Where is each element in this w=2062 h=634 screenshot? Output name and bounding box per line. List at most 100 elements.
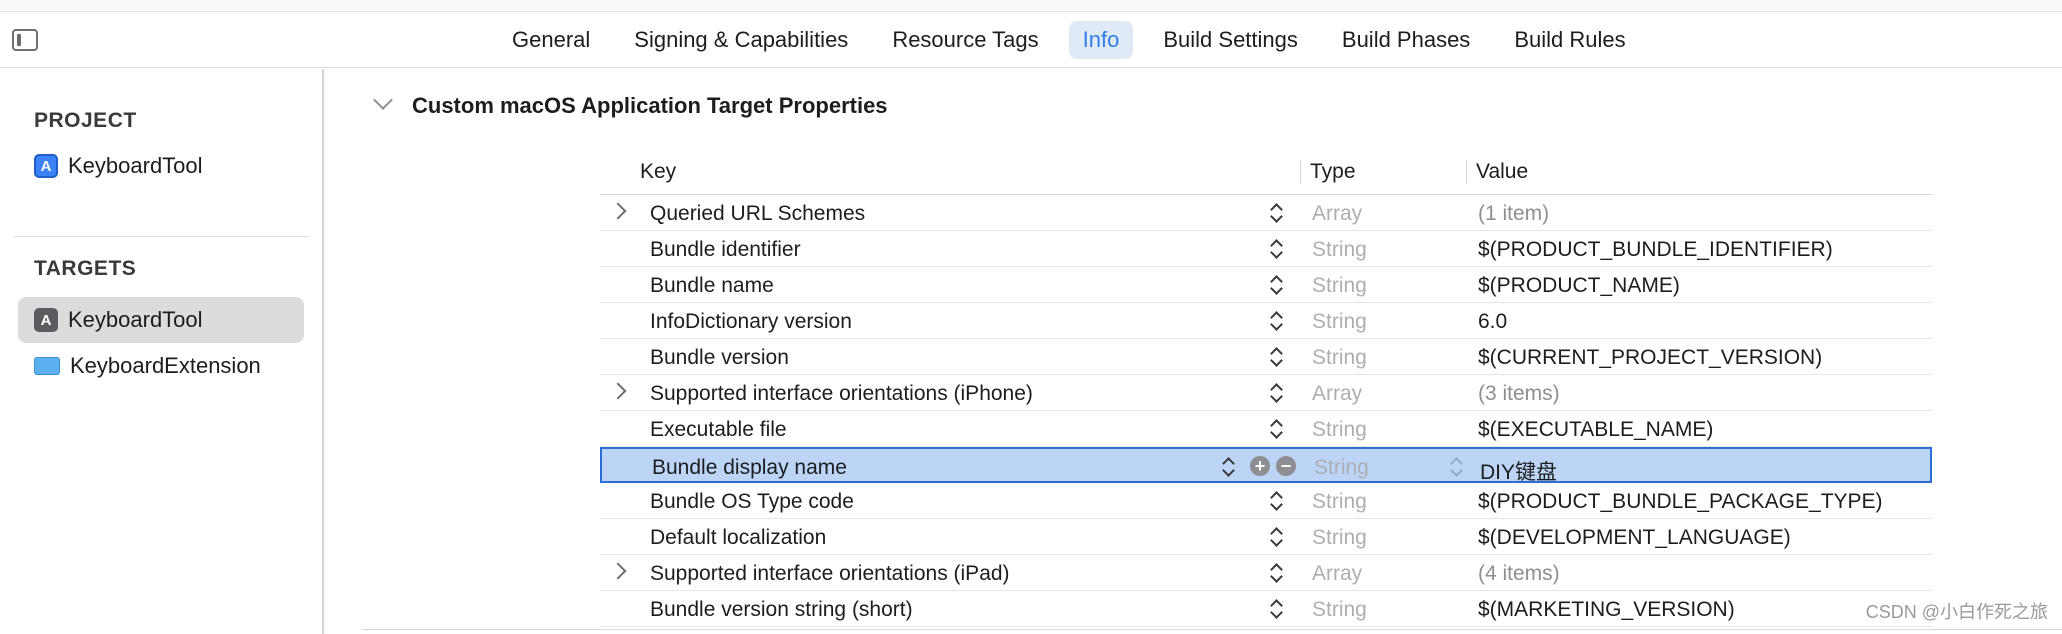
key-popup-stepper-icon[interactable] [1222, 455, 1236, 479]
table-row[interactable]: Bundle OS Type code String $(PRODUCT_BUNDL… [600, 483, 1932, 519]
chevron-down-icon[interactable] [373, 90, 393, 110]
keyboard-icon [34, 357, 60, 375]
section-title: Custom macOS Application Target Properti… [412, 93, 888, 118]
table-row[interactable]: Supported interface orientations (iPad) A… [600, 555, 1932, 591]
row-type[interactable]: String [1312, 310, 1367, 334]
row-key[interactable]: Executable file [650, 418, 787, 442]
row-value[interactable]: 6.0 [1478, 310, 1507, 334]
key-popup-stepper-icon[interactable] [1270, 597, 1284, 621]
chevron-right-icon[interactable] [609, 382, 627, 400]
row-type[interactable]: String [1314, 456, 1369, 480]
row-value[interactable]: $(MARKETING_VERSION) [1478, 598, 1735, 622]
row-value[interactable]: (3 items) [1478, 382, 1560, 406]
table-row[interactable]: InfoDictionary version String 6.0 [600, 303, 1932, 339]
row-type[interactable]: Array [1312, 382, 1362, 406]
sidebar-toggle-icon[interactable] [12, 29, 38, 51]
key-popup-stepper-icon[interactable] [1270, 381, 1284, 405]
table-row[interactable]: Default localization String $(DEVELOPMENT_… [600, 519, 1932, 555]
tab-info[interactable]: Info [1068, 21, 1134, 59]
column-separator [1300, 160, 1301, 184]
tab-resource-tags[interactable]: Resource Tags [878, 21, 1052, 59]
key-popup-stepper-icon[interactable] [1270, 237, 1284, 261]
info-plist-table: Key Type Value Queried URL Schemes Array (… [600, 150, 1932, 627]
row-value[interactable]: $(DEVELOPMENT_LANGUAGE) [1478, 526, 1791, 550]
chevron-right-icon[interactable] [609, 562, 627, 580]
row-key[interactable]: InfoDictionary version [650, 310, 852, 334]
key-popup-stepper-icon[interactable] [1270, 417, 1284, 441]
row-type[interactable]: Array [1312, 202, 1362, 226]
table-row[interactable]: Queried URL Schemes Array (1 item) [600, 195, 1932, 231]
row-key[interactable]: Bundle version [650, 346, 789, 370]
key-popup-stepper-icon[interactable] [1270, 201, 1284, 225]
row-value[interactable]: $(CURRENT_PROJECT_VERSION) [1478, 346, 1822, 370]
table-row[interactable]: Bundle version String $(CURRENT_PROJECT_VE… [600, 339, 1932, 375]
row-key[interactable]: Bundle identifier [650, 238, 801, 262]
app-project-icon: A [34, 154, 58, 178]
row-key[interactable]: Queried URL Schemes [650, 202, 865, 226]
key-popup-stepper-icon[interactable] [1270, 345, 1284, 369]
chevron-right-icon[interactable] [609, 202, 627, 220]
row-type[interactable]: String [1312, 526, 1367, 550]
row-type[interactable]: String [1312, 238, 1367, 262]
tab-build-settings[interactable]: Build Settings [1149, 21, 1312, 59]
key-popup-stepper-icon[interactable] [1270, 561, 1284, 585]
table-row[interactable]: Bundle version string (short) String $(MAR… [600, 591, 1932, 627]
column-header-value[interactable]: Value [1476, 160, 1528, 184]
sidebar-item-project[interactable]: A KeyboardTool [18, 143, 304, 189]
row-value[interactable]: (1 item) [1478, 202, 1549, 226]
row-value[interactable]: DIY键盘 [1480, 456, 1557, 486]
add-row-icon[interactable]: + [1250, 456, 1270, 476]
tab-signing-capabilities[interactable]: Signing & Capabilities [620, 21, 862, 59]
column-header-key[interactable]: Key [640, 160, 676, 184]
project-section-title: PROJECT [34, 109, 137, 132]
row-value[interactable]: $(PRODUCT_BUNDLE_PACKAGE_TYPE) [1478, 490, 1883, 514]
window-top-strip [0, 0, 2062, 12]
type-popup-stepper-icon[interactable] [1450, 455, 1464, 479]
row-key[interactable]: Supported interface orientations (iPhone… [650, 382, 1033, 406]
watermark: CSDN @小白作死之旅 [1865, 602, 2048, 622]
table-body: Queried URL Schemes Array (1 item) Bundle i… [600, 195, 1932, 627]
key-popup-stepper-icon[interactable] [1270, 273, 1284, 297]
table-row[interactable]: Supported interface orientations (iPhone… [600, 375, 1932, 411]
editor-tabs: General Signing & Capabilities Resource Ta… [498, 20, 1656, 60]
key-popup-stepper-icon[interactable] [1270, 489, 1284, 513]
row-key[interactable]: Bundle name [650, 274, 774, 298]
row-type[interactable]: Array [1312, 562, 1362, 586]
column-header-type[interactable]: Type [1310, 160, 1356, 184]
sidebar-item-label: KeyboardExtension [70, 353, 261, 378]
remove-row-icon[interactable]: − [1276, 456, 1296, 476]
tab-general[interactable]: General [498, 21, 604, 59]
row-type[interactable]: String [1312, 346, 1367, 370]
key-popup-stepper-icon[interactable] [1270, 525, 1284, 549]
row-type[interactable]: String [1312, 598, 1367, 622]
section-bottom-divider [362, 629, 2062, 630]
sidebar-item-target-keyboardextension[interactable]: KeyboardExtension [18, 343, 304, 389]
key-popup-stepper-icon[interactable] [1270, 309, 1284, 333]
table-row[interactable]: Bundle name String $(PRODUCT_NAME) [600, 267, 1932, 303]
sidebar-item-label: KeyboardTool [68, 307, 203, 332]
row-value[interactable]: $(PRODUCT_NAME) [1478, 274, 1680, 298]
editor-toolbar: General Signing & Capabilities Resource Ta… [0, 12, 2062, 68]
row-value[interactable]: $(EXECUTABLE_NAME) [1478, 418, 1713, 442]
row-key[interactable]: Bundle display name [652, 456, 847, 480]
row-type[interactable]: String [1312, 418, 1367, 442]
sidebar-item-target-keyboardtool[interactable]: A KeyboardTool [18, 297, 304, 343]
row-value[interactable]: $(PRODUCT_BUNDLE_IDENTIFIER) [1478, 238, 1833, 262]
sidebar-item-label: KeyboardTool [68, 153, 203, 178]
row-key[interactable]: Bundle version string (short) [650, 598, 913, 622]
table-row[interactable]: Bundle identifier String $(PRODUCT_BUNDLE_… [600, 231, 1932, 267]
row-type[interactable]: String [1312, 490, 1367, 514]
row-type[interactable]: String [1312, 274, 1367, 298]
row-key[interactable]: Bundle OS Type code [650, 490, 854, 514]
table-row[interactable]: Executable file String $(EXECUTABLE_NAME) [600, 411, 1932, 447]
row-key[interactable]: Default localization [650, 526, 826, 550]
row-key[interactable]: Supported interface orientations (iPad) [650, 562, 1010, 586]
table-header: Key Type Value [600, 150, 1932, 195]
tab-build-phases[interactable]: Build Phases [1328, 21, 1484, 59]
sidebar-divider [14, 236, 308, 237]
column-separator [1466, 160, 1467, 184]
row-value[interactable]: (4 items) [1478, 562, 1560, 586]
table-row[interactable]: Bundle display name + − String DIY键盘 [600, 447, 1932, 486]
tab-build-rules[interactable]: Build Rules [1500, 21, 1639, 59]
info-editor: Custom macOS Application Target Properti… [326, 69, 2062, 634]
